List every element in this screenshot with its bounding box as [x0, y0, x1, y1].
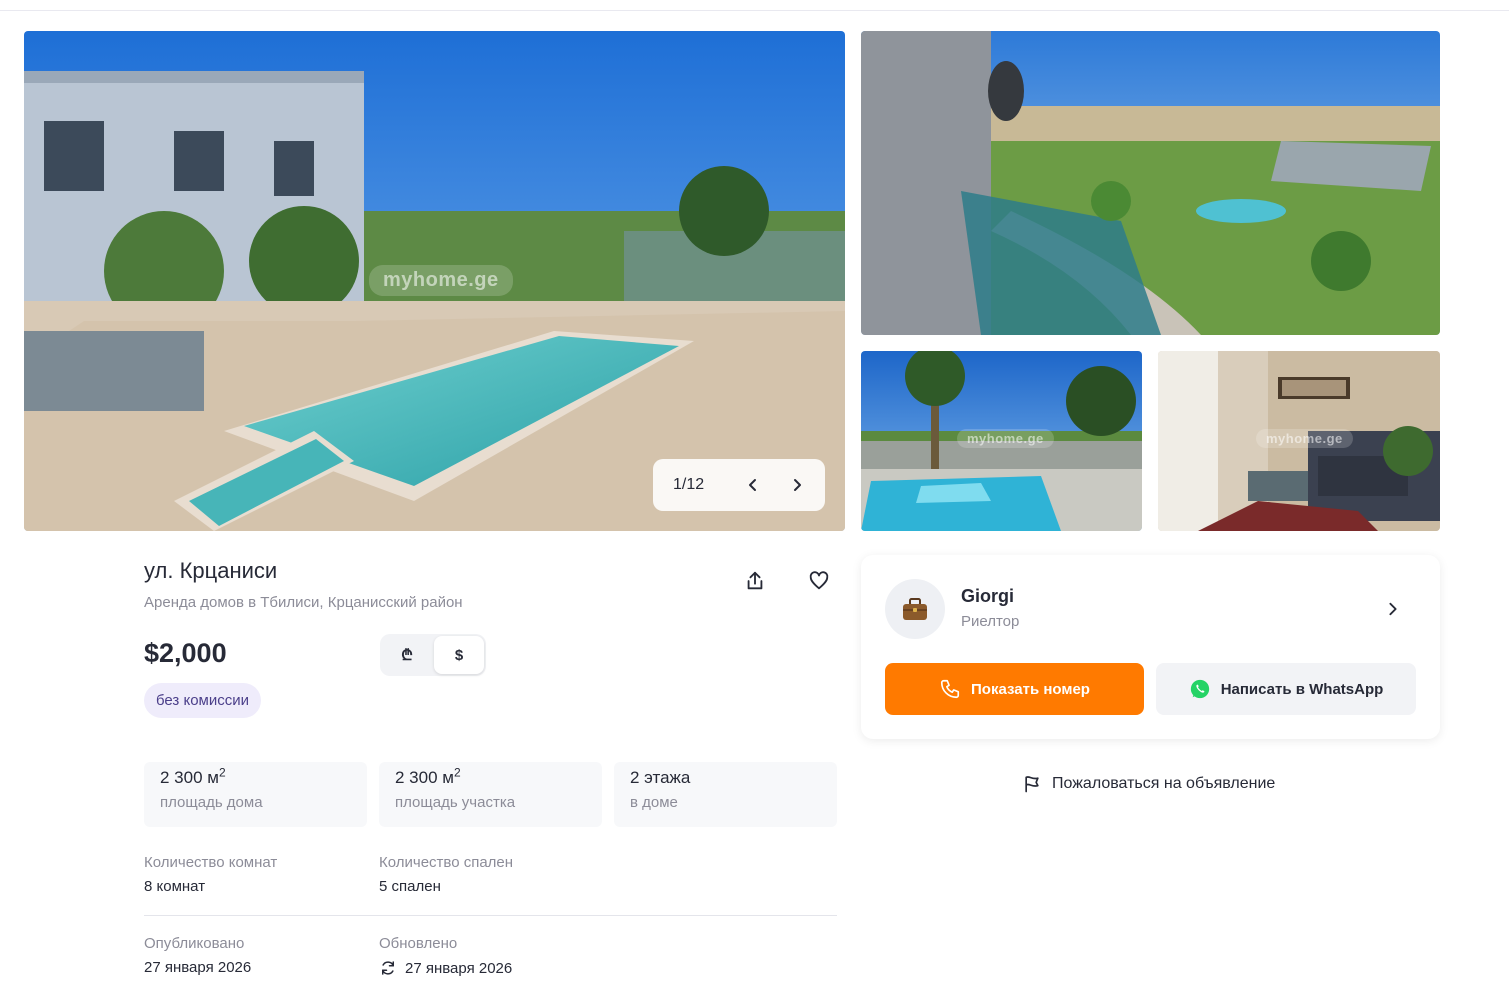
info-divider	[144, 915, 837, 916]
feature-house-area: 2 300 м2 площадь дома	[144, 762, 367, 827]
feature-floors: 2 этажа в доме	[614, 762, 837, 827]
feature-label: площадь дома	[160, 794, 263, 811]
phone-icon	[940, 679, 960, 699]
feature-plot-area: 2 300 м2 площадь участка	[379, 762, 602, 827]
no-commission-badge: без комиссии	[144, 683, 262, 718]
flag-icon	[1025, 776, 1039, 793]
refresh-icon	[382, 961, 394, 975]
currency-usd-button[interactable]: $	[434, 636, 484, 674]
agent-role: Риелтор	[961, 613, 1020, 630]
side-photo-2[interactable]: myhome.ge	[861, 351, 1142, 531]
chevron-right-icon	[1389, 602, 1397, 616]
prev-photo-button[interactable]	[731, 465, 775, 505]
bedrooms-label: Количество спален	[379, 854, 514, 871]
side-photo-1-image	[861, 31, 1440, 335]
updated-label: Обновлено	[379, 935, 458, 952]
share-button[interactable]	[739, 565, 771, 597]
briefcase-icon	[903, 598, 927, 620]
listing-subtitle: Аренда домов в Тбилиси, Крцанисский райо…	[144, 594, 463, 611]
avatar	[885, 579, 945, 639]
currency-gel-button[interactable]: ₾	[382, 636, 432, 674]
chevron-left-icon	[749, 479, 756, 491]
feature-label: в доме	[630, 794, 678, 811]
published-label: Опубликовано	[144, 935, 245, 952]
rooms-label: Количество комнат	[144, 854, 278, 871]
show-phone-button[interactable]: Показать номер	[885, 663, 1144, 715]
favorite-button[interactable]	[803, 565, 835, 597]
feature-value: 2 300 м2	[395, 765, 461, 787]
photo-counter: 1/12	[673, 476, 705, 493]
gallery-pager: 1/12	[653, 459, 825, 511]
rooms-value: 8 комнат	[144, 878, 206, 895]
heart-icon	[809, 571, 829, 590]
side-photo-1[interactable]	[861, 31, 1440, 335]
whatsapp-icon	[1190, 679, 1209, 699]
published-info: Опубликовано 27 января 2026	[144, 935, 251, 976]
feature-value: 2 300 м2	[160, 765, 226, 787]
report-label: Пожаловаться на объявление	[1052, 775, 1276, 792]
next-photo-button[interactable]	[775, 465, 819, 505]
updated-info: Обновлено 27 января 2026	[379, 935, 512, 977]
header-divider	[0, 10, 1509, 11]
feature-value: 2 этажа	[630, 768, 691, 787]
agent-card: Giorgi Риелтор Показать номер Написать в…	[861, 555, 1440, 739]
bedrooms-info: Количество спален 5 спален	[379, 854, 513, 895]
rooms-info: Количество комнат 8 комнат	[144, 854, 277, 895]
bedrooms-value: 5 спален	[379, 878, 441, 895]
watermark-label: myhome.ge	[1256, 429, 1353, 448]
show-phone-label: Показать номер	[971, 680, 1090, 698]
share-icon	[747, 571, 763, 590]
watermark-label: myhome.ge	[369, 265, 513, 296]
currency-toggle: ₾ $	[380, 634, 486, 676]
whatsapp-label: Написать в WhatsApp	[1220, 680, 1384, 698]
updated-row: 27 января 2026	[379, 959, 512, 977]
agent-name[interactable]: Giorgi	[961, 586, 1014, 607]
listing-price: $2,000	[144, 638, 227, 668]
updated-value: 27 января 2026	[405, 959, 513, 977]
published-value: 27 января 2026	[144, 959, 252, 976]
agent-profile-button[interactable]	[1381, 597, 1405, 621]
chevron-right-icon	[794, 479, 801, 491]
report-listing-button[interactable]: Пожаловаться на объявление	[1022, 774, 1275, 794]
feature-label: площадь участка	[395, 794, 516, 811]
watermark-label: myhome.ge	[957, 429, 1054, 448]
whatsapp-button[interactable]: Написать в WhatsApp	[1156, 663, 1416, 715]
main-photo[interactable]: myhome.ge	[24, 31, 845, 531]
side-photo-3[interactable]: myhome.ge	[1158, 351, 1440, 531]
listing-title: ул. Крцаниси	[144, 558, 278, 583]
